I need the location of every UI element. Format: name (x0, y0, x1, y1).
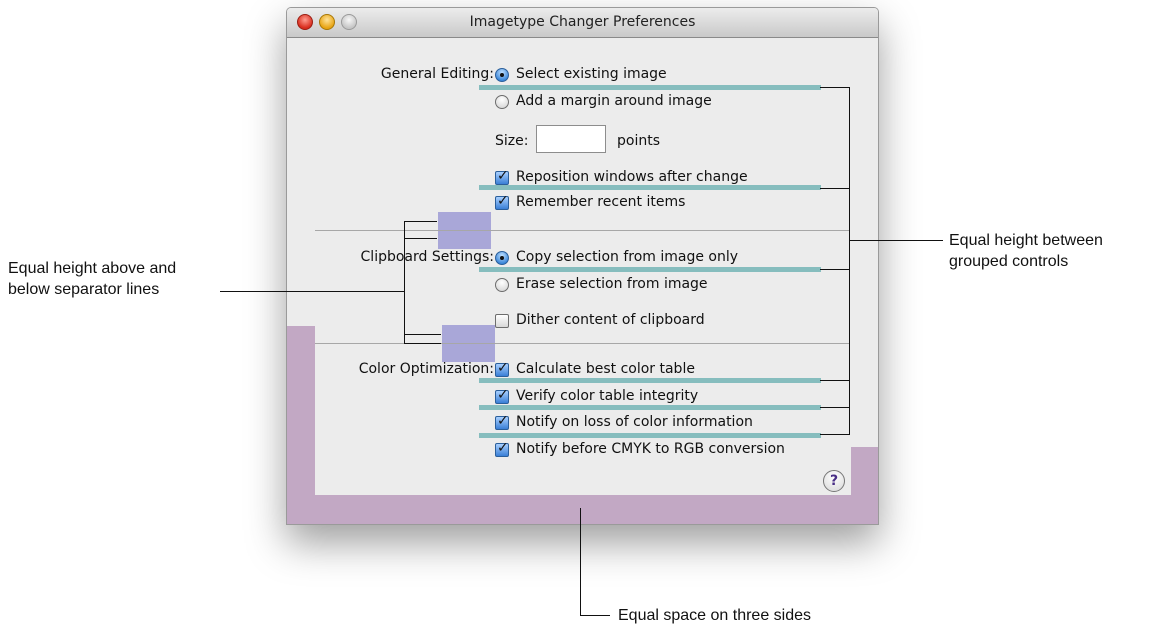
below-separator-guide (442, 344, 495, 362)
notify-color-loss-checkbox[interactable] (495, 413, 509, 430)
bracket-tick (404, 343, 441, 344)
space-leader-horizontal (580, 615, 610, 616)
notify-cmyk-checkbox[interactable] (495, 440, 509, 457)
add-margin-radio[interactable] (495, 95, 509, 109)
verify-color-table-checkbox[interactable] (495, 387, 509, 404)
bracket-tick (820, 269, 850, 270)
add-margin-label: Add a margin around image (516, 93, 712, 109)
separator-bracket (404, 221, 405, 343)
spacing-guide (479, 433, 821, 438)
copy-selection-label: Copy selection from image only (516, 249, 739, 265)
space-note: Equal space on three sides (618, 607, 812, 624)
color-optimization-label: Color Optimization: (358, 361, 494, 377)
above-separator-guide (442, 325, 495, 343)
grouped-note-line2: grouped controls (949, 253, 1069, 270)
size-input[interactable] (536, 125, 606, 153)
general-editing-label: General Editing: (380, 66, 494, 82)
calculate-color-table-checkbox[interactable] (495, 360, 509, 377)
bracket-tick (404, 221, 437, 222)
below-separator-guide (438, 231, 491, 249)
separator-line (315, 230, 850, 231)
notify-cmyk-label: Notify before CMYK to RGB conversion (516, 441, 785, 457)
right-margin-guide (851, 447, 878, 524)
bracket-tick (820, 188, 850, 189)
window-title: Imagetype Changer Preferences (469, 14, 696, 30)
zoom-button[interactable] (341, 14, 357, 30)
copy-selection-radio[interactable] (495, 251, 509, 265)
dither-clipboard-label: Dither content of clipboard (516, 312, 705, 328)
bracket-tick (404, 238, 437, 239)
bracket-tick (820, 380, 850, 381)
grouped-note-line1: Equal height between (949, 232, 1103, 249)
reposition-windows-label: Reposition windows after change (516, 169, 748, 185)
spacing-guide (479, 405, 821, 410)
bracket-tick (820, 407, 850, 408)
remember-recent-label: Remember recent items (516, 194, 686, 210)
spacing-guide (479, 378, 821, 383)
minimize-button[interactable] (319, 14, 335, 30)
size-unit-label: points (617, 133, 660, 149)
verify-color-table-label: Verify color table integrity (516, 388, 699, 404)
spacing-guide (479, 185, 821, 190)
clipboard-settings-label: Clipboard Settings: (360, 249, 494, 265)
bracket-tick (820, 434, 850, 435)
separator-line (315, 343, 850, 344)
grouped-controls-bracket (849, 87, 850, 435)
preferences-window: Imagetype Changer Preferences General Ed… (286, 7, 879, 525)
reposition-windows-checkbox[interactable] (495, 168, 509, 185)
select-existing-image-label: Select existing image (516, 66, 667, 82)
grouped-leader-line (850, 240, 943, 241)
title-bar: Imagetype Changer Preferences (287, 8, 878, 38)
select-existing-image-radio[interactable] (495, 68, 509, 82)
close-button[interactable] (297, 14, 313, 30)
bracket-tick (404, 334, 441, 335)
notify-color-loss-label: Notify on loss of color information (516, 414, 753, 430)
bracket-tick (820, 87, 850, 88)
erase-selection-radio[interactable] (495, 278, 509, 292)
remember-recent-checkbox[interactable] (495, 193, 509, 210)
dither-clipboard-checkbox[interactable] (495, 314, 509, 328)
erase-selection-label: Erase selection from image (516, 276, 708, 292)
separator-leader-line (220, 291, 404, 292)
calculate-color-table-label: Calculate best color table (516, 361, 695, 377)
help-button[interactable]: ? (823, 470, 845, 492)
space-leader-vertical (580, 508, 581, 616)
size-label: Size: (495, 133, 529, 149)
separator-note-line1: Equal height above and (8, 260, 177, 277)
separator-note-line2: below separator lines (8, 281, 160, 298)
above-separator-guide (438, 212, 491, 230)
bottom-margin-guide (287, 495, 878, 524)
spacing-guide (479, 267, 821, 272)
spacing-guide (479, 85, 821, 90)
